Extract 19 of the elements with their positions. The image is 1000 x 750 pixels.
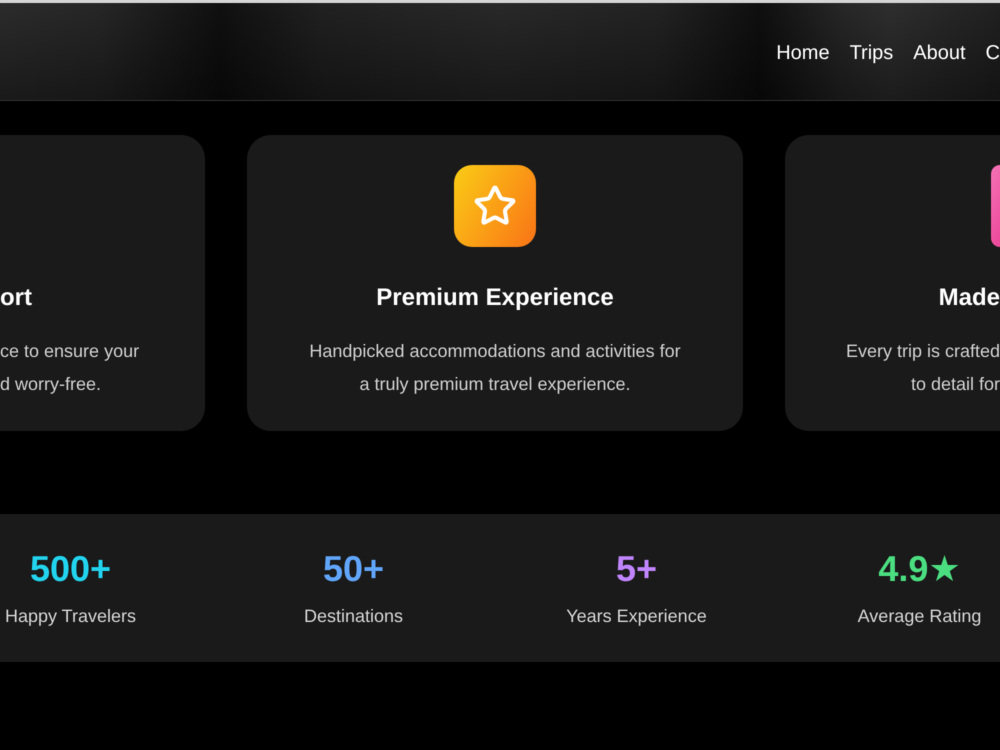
card-title: Made [938, 283, 1000, 313]
nav-link[interactable]: C [986, 40, 1000, 66]
card-description: ce to ensure your d worry-free. [0, 340, 140, 396]
stat-label: Years Experience [566, 605, 707, 628]
stat-label: Destinations [304, 605, 404, 628]
stat-value: 500+ [30, 547, 112, 591]
nav-link[interactable]: Trips [850, 40, 894, 66]
stat-label: Happy Travelers [4, 605, 136, 628]
nav-link[interactable]: Home [776, 40, 830, 66]
stat-value: 4.9★ [878, 547, 961, 591]
stat-value: 50+ [322, 547, 384, 591]
card-description: Handpicked accommodations and activities for a truly premium travel experience. [309, 340, 681, 396]
stat-label: Average Rating [858, 605, 982, 628]
card-title: ort [0, 283, 32, 313]
card-title: Premium Experience [376, 283, 614, 313]
nav-link[interactable]: About [913, 40, 966, 66]
stat-value: 5+ [616, 547, 658, 591]
tile-edge-icon [991, 165, 1000, 247]
card-description: Every trip is crafted to detail for [846, 340, 1000, 396]
